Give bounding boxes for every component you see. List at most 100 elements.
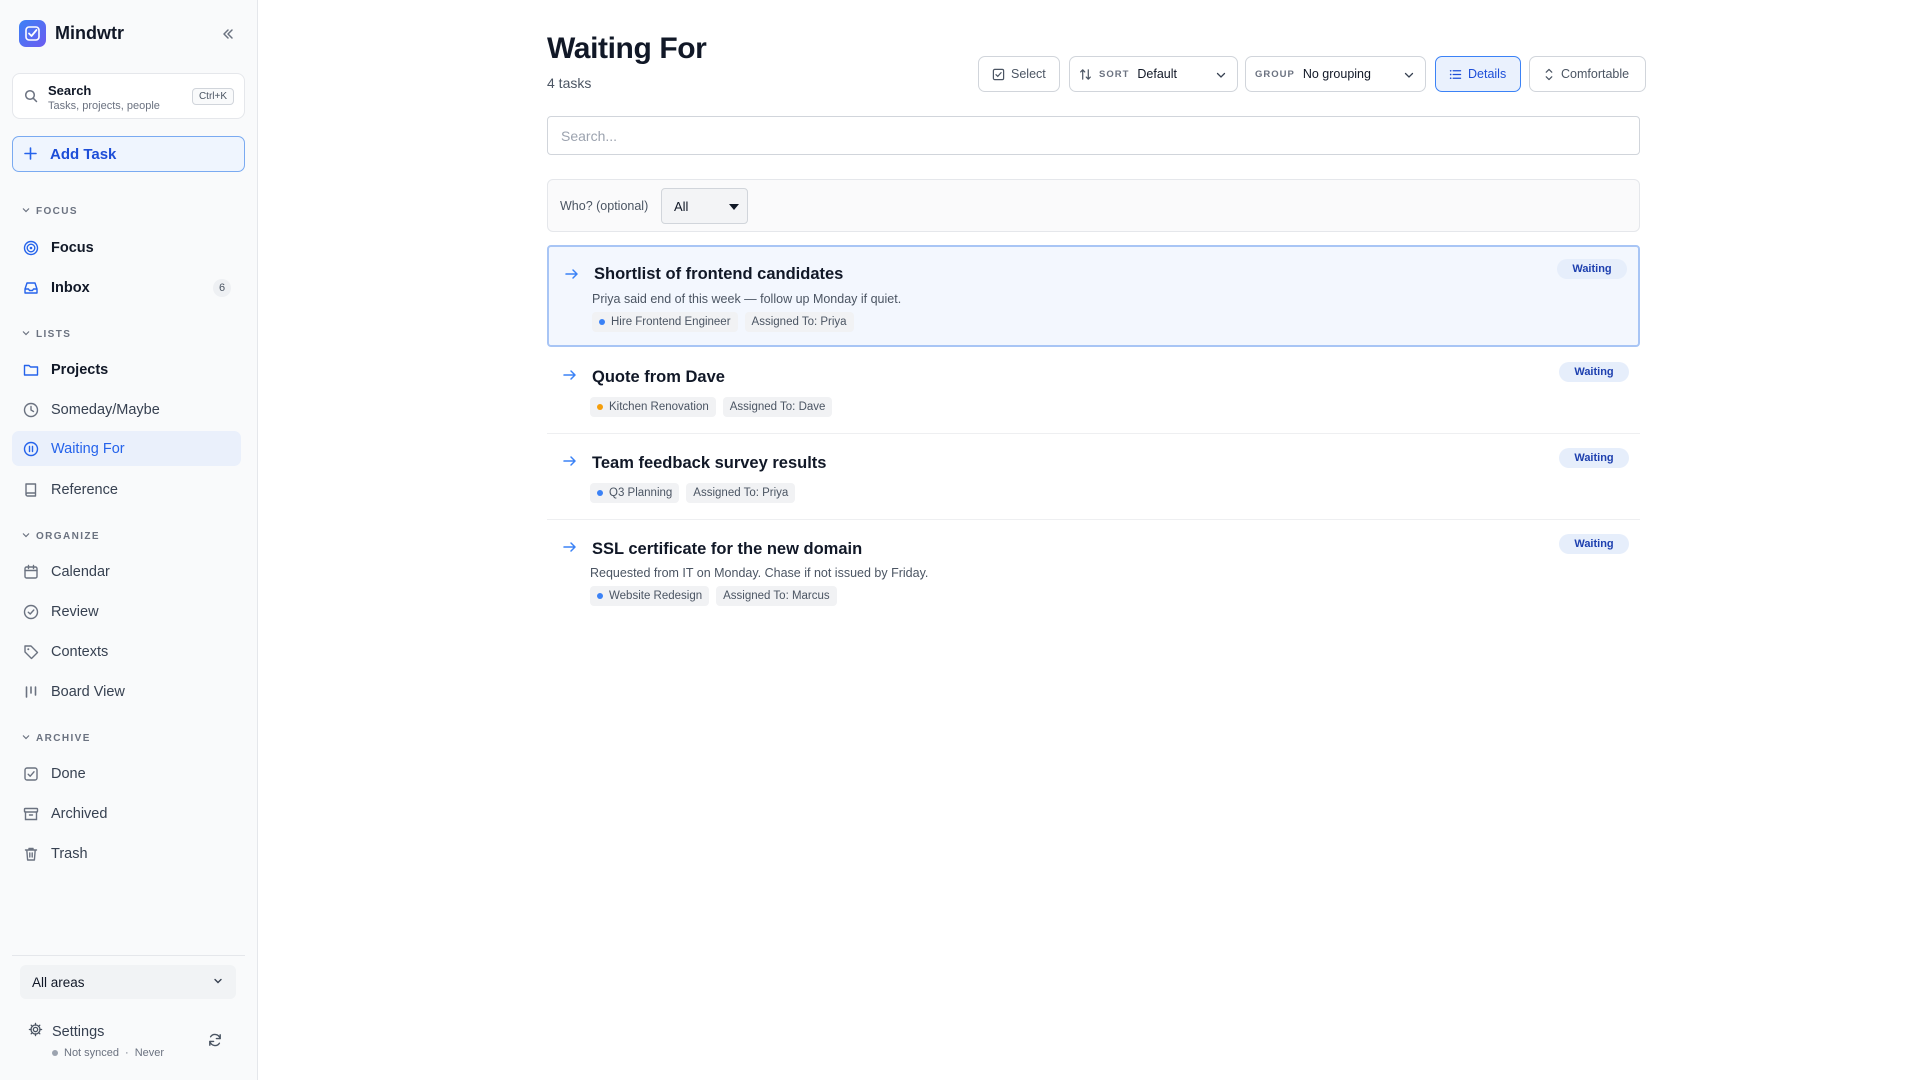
inbox-count-badge: 6 [213, 279, 231, 297]
sidebar-item-label: Contexts [51, 643, 109, 660]
details-view-button[interactable]: Details [1435, 56, 1521, 92]
calendar-icon [22, 563, 39, 580]
sidebar-item-contexts[interactable]: Contexts [12, 634, 241, 669]
task-title[interactable]: Quote from Dave [592, 368, 725, 387]
assigned-text: Assigned To: Marcus [723, 590, 830, 602]
status-dot [52, 1050, 58, 1056]
sync-time: Never [134, 1047, 165, 1059]
sidebar-item-review[interactable]: Review [12, 594, 241, 629]
project-color-dot [597, 593, 603, 599]
sidebar-item-label: Reference [51, 481, 118, 498]
inbox-icon [22, 279, 39, 296]
sidebar-item-label: Inbox [51, 279, 90, 296]
sidebar-item-label: Board View [51, 683, 125, 700]
sidebar-item-inbox[interactable]: Inbox 6 [12, 270, 241, 305]
book-icon [22, 481, 39, 498]
arrow-right-icon[interactable] [563, 454, 577, 472]
add-task-button[interactable]: Add Task [12, 136, 245, 172]
project-color-dot [597, 490, 603, 496]
sidebar-item-waiting-for[interactable]: Waiting For [12, 431, 241, 466]
project-name: Kitchen Renovation [609, 401, 709, 413]
assigned-text: Assigned To: Dave [729, 401, 826, 413]
project-chip[interactable]: Website Redesign [590, 586, 710, 606]
list-icon [1449, 68, 1462, 81]
sidebar-item-someday[interactable]: Someday/Maybe [12, 392, 241, 427]
sidebar-item-trash[interactable]: Trash [12, 836, 241, 871]
sidebar-item-archived[interactable]: Archived [12, 796, 241, 831]
who-filter-label: Who? (optional) [560, 199, 649, 213]
section-organize[interactable]: ORGANIZE [22, 531, 100, 542]
who-filter-select[interactable]: All [661, 188, 748, 224]
task-title[interactable]: SSL certificate for the new domain [592, 540, 862, 559]
sidebar-item-done[interactable]: Done [12, 756, 241, 791]
sidebar-item-label: Review [51, 603, 99, 620]
sort-value: Default [1137, 67, 1177, 81]
filter-bar: Who? (optional) All [547, 179, 1640, 232]
settings-label: Settings [52, 1024, 105, 1040]
task-title[interactable]: Team feedback survey results [592, 454, 826, 473]
section-focus[interactable]: FOCUS [22, 206, 78, 217]
sidebar-item-label: Calendar [51, 563, 110, 580]
project-chip[interactable]: Hire Frontend Engineer [592, 312, 738, 332]
density-label: Comfortable [1561, 67, 1630, 81]
project-chip[interactable]: Q3 Planning [590, 483, 680, 503]
select-button[interactable]: Select [978, 56, 1060, 92]
project-name: Website Redesign [609, 590, 703, 602]
group-value: No grouping [1302, 67, 1371, 81]
assigned-chip: Assigned To: Dave [722, 397, 833, 417]
sidebar-item-calendar[interactable]: Calendar [12, 554, 241, 589]
task-title[interactable]: Shortlist of frontend candidates [594, 265, 843, 284]
task-search-input[interactable] [547, 116, 1640, 155]
expand-vertical-icon [1543, 68, 1555, 81]
task-note: Priya said end of this week — follow up … [592, 292, 902, 306]
sort-arrows-icon [1079, 68, 1092, 81]
gear-icon [28, 1022, 43, 1042]
group-select[interactable]: GROUP No grouping [1245, 56, 1426, 92]
task-row[interactable]: Team feedback survey results Q3 Planning… [547, 438, 1640, 520]
folder-icon [22, 361, 39, 378]
section-archive-label: ARCHIVE [36, 733, 91, 744]
task-chips: Website Redesign Assigned To: Marcus [590, 586, 844, 606]
sidebar-item-label: Focus [51, 239, 94, 256]
sidebar-item-label: Someday/Maybe [51, 401, 160, 418]
settings-button[interactable]: Settings [28, 1022, 104, 1042]
collapse-sidebar-icon[interactable] [218, 24, 238, 44]
sort-select[interactable]: SORT Default [1069, 56, 1238, 92]
sidebar-item-reference[interactable]: Reference [12, 472, 241, 507]
plus-icon [24, 144, 38, 165]
sidebar-item-projects[interactable]: Projects [12, 352, 241, 387]
status-badge: Waiting [1557, 259, 1627, 279]
brand[interactable]: Mindwtr [19, 20, 124, 47]
sidebar-item-label: Done [51, 765, 86, 782]
sidebar-item-label: Archived [51, 805, 108, 822]
section-lists[interactable]: LISTS [22, 329, 71, 340]
task-row[interactable]: Quote from Dave Kitchen Renovation Assig… [547, 352, 1640, 434]
sidebar-search[interactable]: Search Tasks, projects, people Ctrl+K [12, 73, 245, 119]
sync-refresh-icon[interactable] [205, 1030, 225, 1050]
areas-select-value: All areas [32, 974, 85, 990]
project-chip[interactable]: Kitchen Renovation [590, 397, 716, 417]
arrow-right-icon[interactable] [565, 267, 579, 285]
sync-separator: · [125, 1047, 129, 1059]
project-name: Q3 Planning [609, 487, 673, 499]
arrow-right-icon[interactable] [563, 368, 577, 386]
task-row[interactable]: SSL certificate for the new domain Reque… [547, 524, 1640, 614]
sidebar: Mindwtr Search Tasks, projects, people C… [0, 0, 258, 1080]
project-color-dot [597, 404, 603, 410]
chevron-down-icon [22, 733, 30, 744]
sidebar-item-board-view[interactable]: Board View [12, 674, 241, 709]
density-button[interactable]: Comfortable [1529, 56, 1646, 92]
sidebar-item-focus[interactable]: Focus [12, 230, 241, 265]
arrow-right-icon[interactable] [563, 540, 577, 558]
app-logo-icon [19, 20, 46, 47]
section-lists-label: LISTS [36, 329, 72, 340]
section-archive[interactable]: ARCHIVE [22, 733, 91, 744]
chevron-down-icon [212, 975, 224, 990]
add-task-label: Add Task [50, 145, 117, 163]
section-focus-label: FOCUS [36, 206, 78, 217]
status-badge: Waiting [1559, 448, 1629, 468]
chevron-down-icon [1215, 69, 1227, 81]
task-row[interactable]: Shortlist of frontend candidates Priya s… [547, 245, 1640, 347]
who-filter-value: All [674, 198, 689, 214]
areas-select[interactable]: All areas [20, 965, 236, 999]
